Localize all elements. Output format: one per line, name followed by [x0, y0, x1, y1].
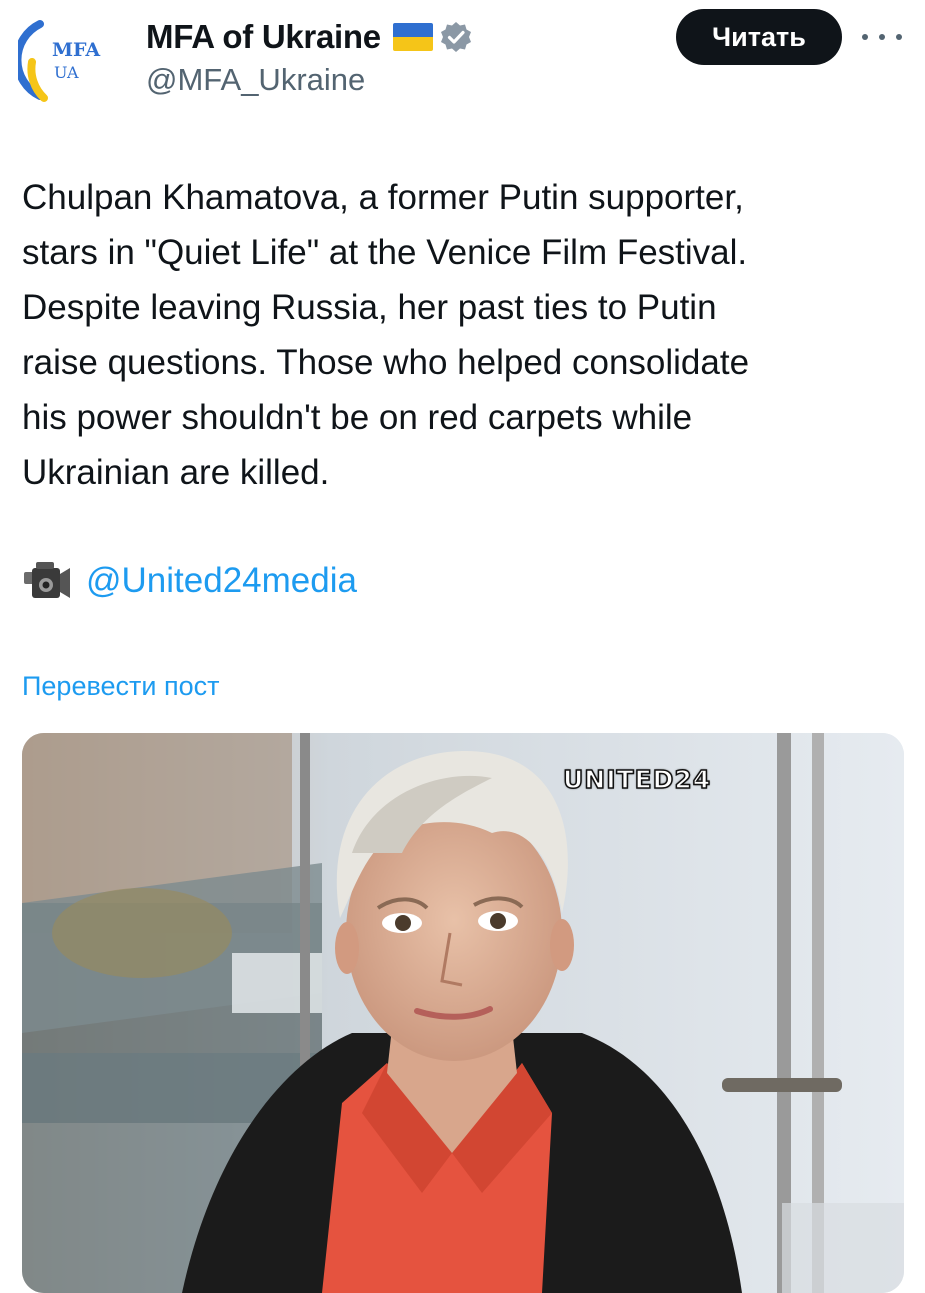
- mention-row: @United24media: [22, 553, 357, 608]
- account-avatar[interactable]: MFA UA: [13, 18, 110, 102]
- mfa-logo: MFA UA: [13, 20, 100, 102]
- account-handle[interactable]: @MFA_Ukraine: [146, 62, 365, 98]
- translate-post-link[interactable]: Перевести пост: [22, 671, 219, 702]
- tweet-text: Chulpan Khamatova, a former Putin suppor…: [22, 178, 750, 492]
- portrait-photo: [22, 733, 904, 1293]
- tweet-media-image[interactable]: UNITED24: [22, 733, 904, 1293]
- svg-text:UA: UA: [54, 63, 79, 82]
- verified-badge-icon: [440, 22, 471, 52]
- ukraine-flag-icon: [392, 23, 433, 51]
- mention-link[interactable]: @United24media: [86, 561, 357, 601]
- more-dots-icon[interactable]: [862, 22, 902, 52]
- account-name-row[interactable]: MFA of Ukraine: [146, 18, 473, 56]
- follow-button[interactable]: Читать: [676, 9, 842, 65]
- video-camera-icon: [24, 561, 70, 598]
- svg-text:MFA: MFA: [52, 39, 100, 61]
- united24-watermark: UNITED24: [562, 764, 712, 795]
- account-name[interactable]: MFA of Ukraine: [146, 18, 381, 56]
